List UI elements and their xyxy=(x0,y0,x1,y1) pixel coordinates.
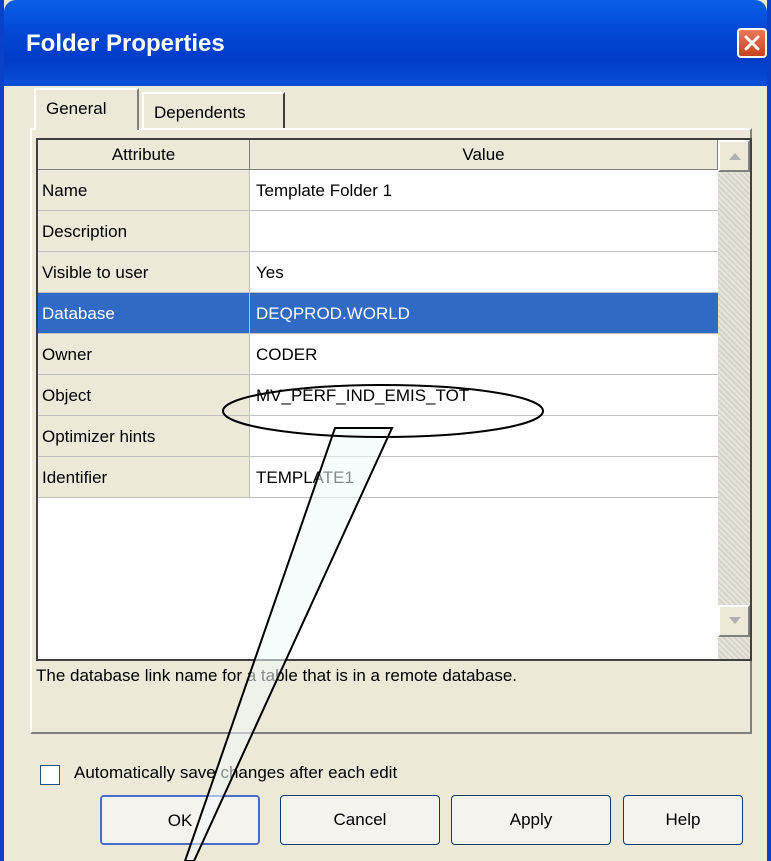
attribute-cell: Description xyxy=(38,211,250,252)
tab-dependents[interactable]: Dependents xyxy=(142,92,285,128)
title-bar[interactable]: Folder Properties xyxy=(4,0,767,86)
value-cell[interactable] xyxy=(250,211,718,252)
tab-general[interactable]: General xyxy=(34,88,139,130)
attribute-cell: Owner xyxy=(38,334,250,375)
attribute-cell: Identifier xyxy=(38,457,250,498)
value-cell[interactable]: TEMPLATE1 xyxy=(250,457,718,498)
table-row[interactable]: Optimizer hints xyxy=(38,416,718,457)
attribute-description: The database link name for a table that … xyxy=(36,666,518,685)
table-row[interactable]: Owner CODER xyxy=(38,334,718,375)
help-button[interactable]: Help xyxy=(623,795,743,845)
value-cell[interactable]: Template Folder 1 xyxy=(250,170,718,211)
table-row[interactable]: Description xyxy=(38,211,718,252)
auto-save-label[interactable]: Automatically save changes after each ed… xyxy=(74,763,397,783)
auto-save-checkbox[interactable] xyxy=(40,765,60,785)
vertical-scrollbar[interactable] xyxy=(718,140,750,659)
ok-button[interactable]: OK xyxy=(100,795,260,845)
close-icon xyxy=(744,35,760,51)
cancel-button[interactable]: Cancel xyxy=(280,795,440,845)
attribute-cell: Name xyxy=(38,170,250,211)
attribute-grid: Attribute Value Name Template Folder 1 D… xyxy=(36,138,752,661)
tab-general-label: General xyxy=(46,99,107,118)
value-cell[interactable]: CODER xyxy=(250,334,718,375)
scroll-down-button[interactable] xyxy=(718,605,750,637)
close-button[interactable] xyxy=(737,28,767,58)
table-row-selected[interactable]: Database DEQPROD.WORLD xyxy=(38,293,718,334)
scroll-up-arrow-icon xyxy=(729,153,741,160)
value-cell[interactable]: Yes xyxy=(250,252,718,293)
attribute-cell: Database xyxy=(38,293,250,334)
attribute-cell: Object xyxy=(38,375,250,416)
value-cell[interactable] xyxy=(250,416,718,457)
scroll-up-button[interactable] xyxy=(718,140,750,172)
column-header-value[interactable]: Value xyxy=(250,140,718,170)
table-row[interactable]: Name Template Folder 1 xyxy=(38,170,718,211)
value-cell[interactable]: MV_PERF_IND_EMIS_TOT xyxy=(250,375,718,416)
tab-dependents-label: Dependents xyxy=(154,103,246,122)
attribute-cell: Optimizer hints xyxy=(38,416,250,457)
table-row[interactable]: Visible to user Yes xyxy=(38,252,718,293)
table-row[interactable]: Identifier TEMPLATE1 xyxy=(38,457,718,498)
scroll-down-arrow-icon xyxy=(729,617,741,624)
table-row[interactable]: Object MV_PERF_IND_EMIS_TOT xyxy=(38,375,718,416)
apply-button[interactable]: Apply xyxy=(451,795,611,845)
value-cell[interactable]: DEQPROD.WORLD xyxy=(250,293,718,334)
column-header-attribute[interactable]: Attribute xyxy=(38,140,250,170)
attribute-cell: Visible to user xyxy=(38,252,250,293)
window-title: Folder Properties xyxy=(26,30,225,57)
